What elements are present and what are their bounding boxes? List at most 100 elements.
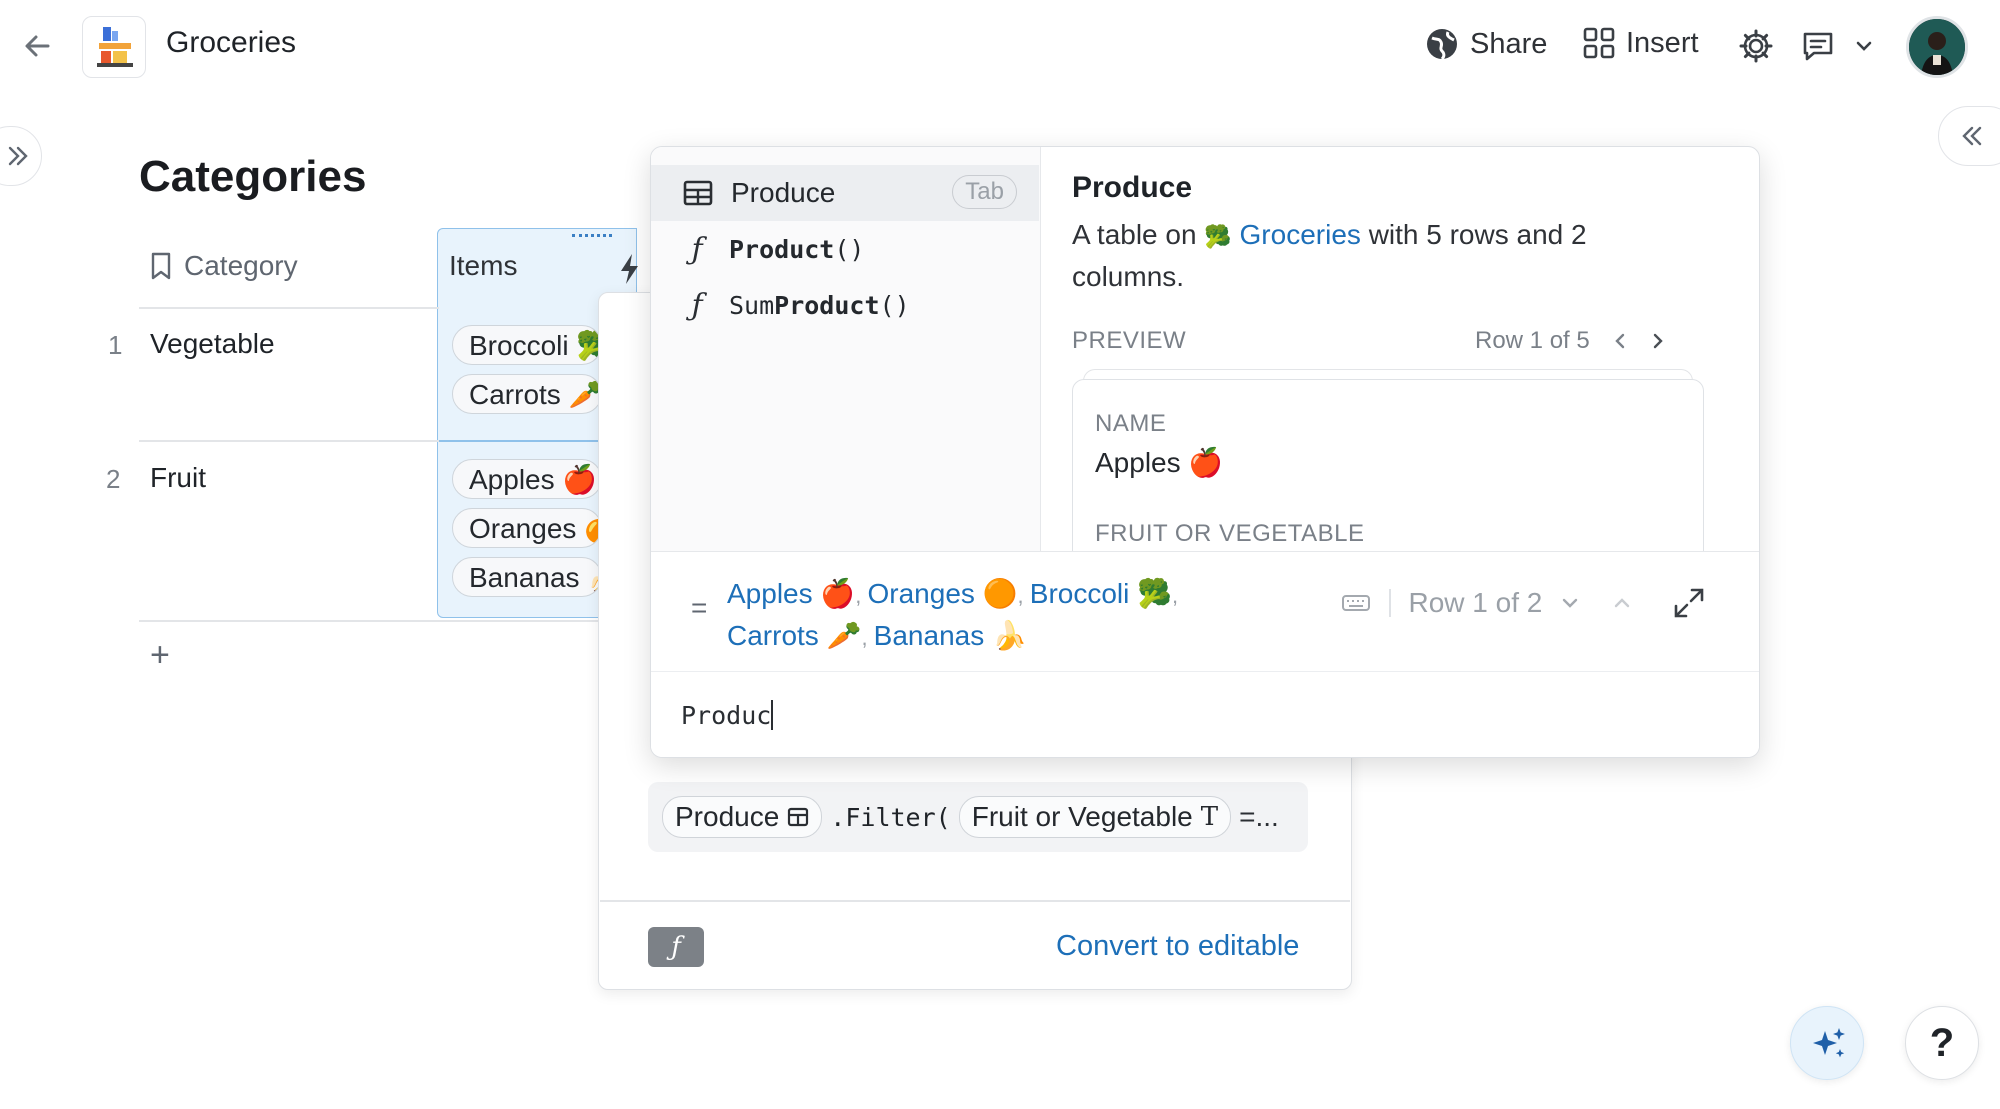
field-label: NAME	[1095, 410, 1167, 437]
share-label: Share	[1470, 27, 1548, 60]
suggestion-rest: ()	[879, 290, 910, 320]
row-number: 1	[108, 330, 123, 360]
result-values: Apples 🍎, Oranges 🟠, Broccoli 🥦, Carrots…	[727, 578, 1179, 651]
bookmark-icon	[151, 252, 171, 280]
column-header-items[interactable]: Items	[449, 250, 517, 282]
desc-text: A table on	[1072, 219, 1197, 250]
convert-to-editable-link[interactable]: Convert to editable	[1056, 930, 1299, 963]
back-arrow-icon[interactable]	[18, 26, 58, 66]
add-row-button[interactable]: +	[150, 636, 170, 675]
preview-label: PREVIEW	[1072, 327, 1187, 354]
sparkle-icon	[1813, 1028, 1845, 1058]
function-icon: ƒ	[691, 287, 703, 323]
share-button[interactable]: Share	[1424, 26, 1547, 62]
result-value[interactable]: Oranges 🟠	[868, 578, 1018, 609]
double-chevron-right-icon	[8, 146, 28, 166]
suggestion-sumproduct-function[interactable]: ƒ SumProduct()	[651, 277, 1039, 333]
table-icon	[788, 807, 809, 827]
insert-label: Insert	[1626, 26, 1699, 59]
category-cell[interactable]: Vegetable	[150, 328, 275, 360]
preview-row-pager: Row 1 of 5	[1475, 327, 1666, 355]
item-chip[interactable]: Carrots 🥕	[452, 374, 602, 414]
suggestion-label: Produce	[731, 177, 836, 208]
double-chevron-left-icon	[1962, 126, 1982, 146]
category-cell[interactable]: Fruit	[150, 462, 206, 494]
item-chip[interactable]: Broccoli 🥦	[452, 325, 602, 365]
ai-assistant-button[interactable]	[1790, 1006, 1864, 1080]
gear-icon[interactable]	[1738, 28, 1774, 69]
typed-text: Produc	[681, 701, 772, 730]
chevron-right-icon[interactable]	[1650, 332, 1666, 350]
column-reference-chip[interactable]: Fruit or Vegetable T	[958, 796, 1232, 838]
suggestion-match: Product	[729, 234, 835, 264]
divider	[600, 900, 1350, 902]
fx-icon[interactable]: ƒ	[648, 927, 704, 967]
column-header-category[interactable]: Category	[148, 250, 298, 282]
item-chip[interactable]: Apples 🍎	[452, 459, 602, 499]
help-button[interactable]: ?	[1905, 1006, 1979, 1080]
comment-icon[interactable]	[1800, 28, 1836, 69]
formula-input[interactable]: Produc	[651, 671, 1759, 757]
chevron-left-icon[interactable]	[1612, 332, 1628, 350]
suggestion-rest: ()	[834, 234, 865, 264]
row-pager-label: Row 1 of 5	[1475, 327, 1590, 354]
detail-description: A table on 🥦 Groceries with 5 rows and 2…	[1072, 215, 1632, 297]
table-icon	[683, 180, 713, 206]
autocomplete-popup: Produce Tab ƒ Product() ƒ SumProduct() P…	[650, 146, 1760, 758]
preview-card: NAME Apples 🍎 FRUIT OR VEGETABLE	[1072, 379, 1704, 579]
row-divider	[139, 620, 599, 622]
formula-input-text[interactable]: Produc	[681, 700, 774, 730]
row-divider	[139, 440, 439, 442]
result-preview: = Apples 🍎, Oranges 🟠, Broccoli 🥦, Carro…	[651, 551, 1759, 671]
item-chip[interactable]: Bananas 🍌	[452, 557, 602, 597]
result-value[interactable]: Carrots 🥕	[727, 620, 861, 651]
text-type-icon: T	[1200, 802, 1219, 832]
divider	[1389, 589, 1391, 617]
row-number: 2	[106, 464, 121, 494]
row-divider	[139, 307, 439, 309]
doc-title: Groceries	[166, 26, 297, 59]
chevron-up-icon[interactable]	[1612, 593, 1632, 613]
broccoli-icon: 🥦	[1204, 224, 1232, 249]
result-row-controls: Row 1 of 2	[1341, 586, 1706, 620]
doc-icon[interactable]	[82, 16, 146, 78]
globe-icon	[1427, 29, 1457, 61]
suggestion-prefix: Sum	[729, 290, 775, 320]
groceries-doc-link[interactable]: Groceries	[1240, 219, 1361, 250]
grid-plus-icon	[1583, 27, 1615, 59]
column-drag-handle[interactable]	[572, 234, 612, 238]
result-value[interactable]: Bananas 🍌	[874, 620, 1027, 651]
field-value: Apples 🍎	[1095, 447, 1224, 478]
chip-label: Produce	[675, 801, 780, 832]
item-chip[interactable]: Oranges 🍊	[452, 508, 602, 548]
result-value[interactable]: Apples 🍎	[727, 578, 855, 609]
detail-title: Produce	[1072, 171, 1193, 204]
column-header-label: Category	[184, 250, 298, 281]
result-row-pager: Row 1 of 2	[1408, 587, 1543, 618]
expand-right-panel-button[interactable]	[1938, 106, 2000, 166]
function-icon: ƒ	[691, 231, 703, 267]
lightning-icon	[618, 252, 642, 291]
avatar[interactable]	[1906, 16, 1968, 78]
field-label: FRUIT OR VEGETABLE	[1095, 520, 1365, 547]
suggestion-list: Produce Tab ƒ Product() ƒ SumProduct()	[651, 147, 1041, 551]
row-divider	[439, 440, 599, 442]
chevron-down-icon[interactable]	[1560, 593, 1580, 613]
chevron-down-icon[interactable]	[1854, 36, 1874, 61]
text-caret	[771, 700, 774, 730]
keyboard-icon[interactable]	[1341, 593, 1371, 613]
expand-icon[interactable]	[1672, 586, 1706, 620]
suggestion-match: Product	[774, 290, 880, 320]
suggestion-product-function[interactable]: ƒ Product()	[651, 221, 1039, 277]
chip-label: Fruit or Vegetable	[971, 801, 1193, 832]
table-title: Categories	[139, 152, 367, 201]
tab-hint: Tab	[952, 175, 1017, 209]
insert-button[interactable]: Insert	[1582, 26, 1699, 60]
table-reference-chip[interactable]: Produce	[662, 796, 823, 838]
expand-left-panel-button[interactable]	[0, 126, 42, 186]
top-bar: Groceries Share Insert	[0, 0, 2000, 100]
formula-bar[interactable]: Produce .Filter( Fruit or Vegetable T =.…	[648, 782, 1308, 852]
result-value[interactable]: Broccoli 🥦	[1030, 578, 1172, 609]
suggestion-produce[interactable]: Produce Tab	[651, 165, 1039, 221]
formula-method: .Filter(	[830, 802, 951, 832]
